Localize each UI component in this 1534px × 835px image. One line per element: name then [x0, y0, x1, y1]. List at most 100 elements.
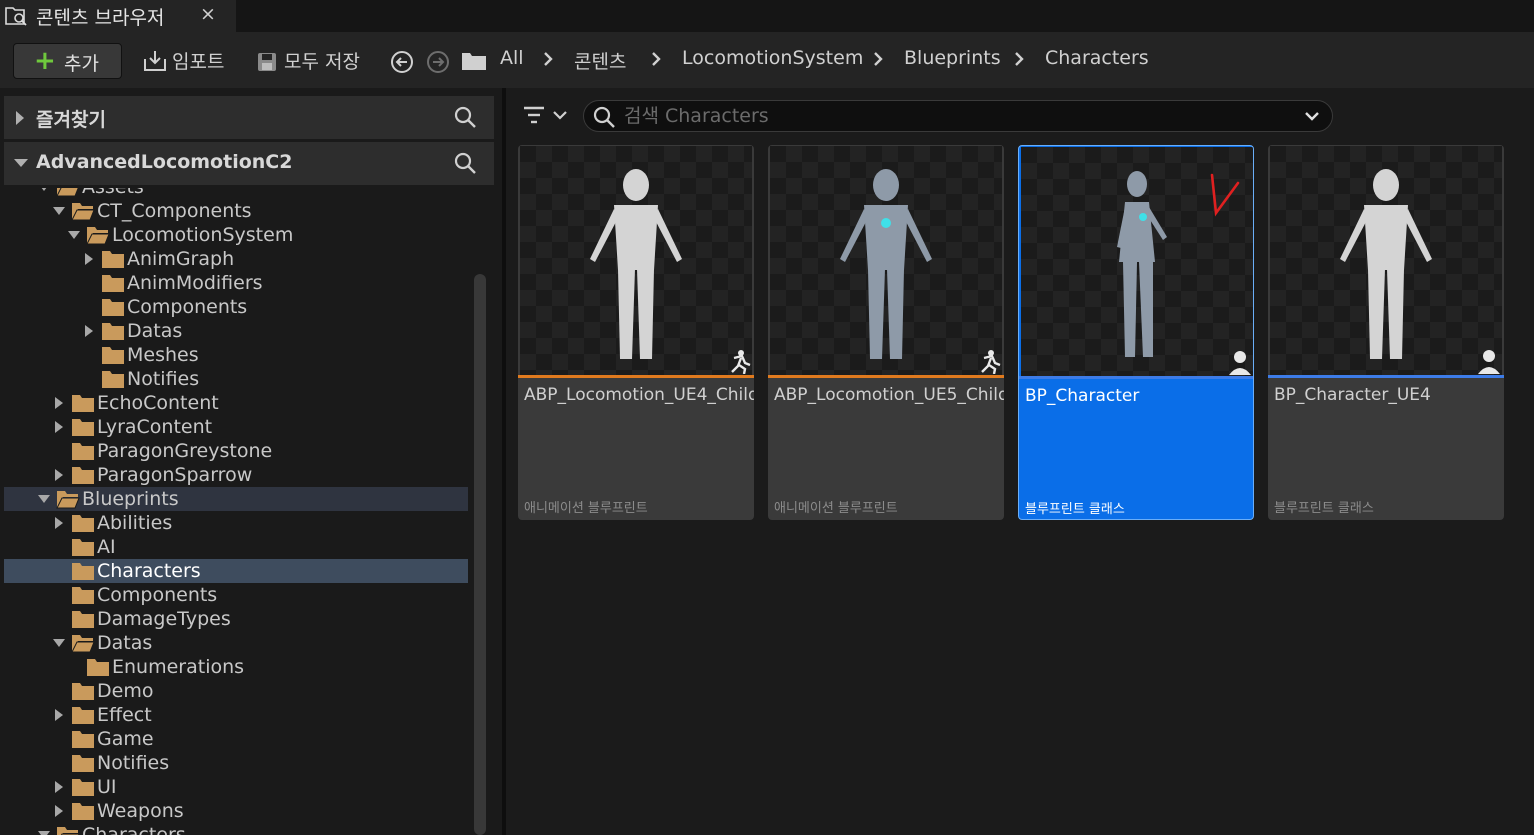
caret-right-icon[interactable]: [83, 325, 95, 337]
character-mannequin-image: [590, 169, 682, 359]
tree-item-label: DamageTypes: [97, 608, 231, 630]
caret-right-icon[interactable]: [53, 709, 65, 721]
search-icon[interactable]: [453, 151, 477, 175]
tree-item[interactable]: Meshes: [4, 343, 468, 367]
tree-item[interactable]: LyraContent: [4, 415, 468, 439]
search-field[interactable]: [583, 100, 1333, 132]
folder-icon: [72, 395, 94, 412]
search-icon[interactable]: [453, 105, 477, 129]
caret-right-icon[interactable]: [83, 253, 95, 265]
folder-icon: [102, 275, 124, 292]
tree-item[interactable]: Notifies: [4, 751, 468, 775]
chevron-right-icon[interactable]: [1012, 50, 1026, 68]
tree-item[interactable]: Components: [4, 295, 468, 319]
filter-icon[interactable]: [522, 103, 570, 127]
tree-item[interactable]: Components: [4, 583, 468, 607]
tree-item[interactable]: UI: [4, 775, 468, 799]
breadcrumb-locomotionsystem[interactable]: LocomotionSystem: [682, 47, 863, 69]
tree-item[interactable]: Datas: [4, 319, 468, 343]
caret-down-icon[interactable]: [38, 188, 50, 193]
forward-icon[interactable]: [426, 50, 450, 74]
add-button[interactable]: + 추가: [13, 43, 122, 79]
breadcrumb-content[interactable]: 콘텐츠: [574, 47, 626, 74]
favorites-header[interactable]: 즐겨찾기: [4, 96, 494, 139]
tree-item[interactable]: Notifies: [4, 367, 468, 391]
project-header[interactable]: AdvancedLocomotionC2: [4, 142, 494, 185]
folder-icon: [72, 419, 94, 436]
folder-icon: [72, 779, 94, 796]
tree-item[interactable]: Game: [4, 727, 468, 751]
tab-content-browser[interactable]: 콘텐츠 브라우저 ×: [0, 0, 236, 32]
asset-tile[interactable]: ABP_Locomotion_UE4_Child 애니메이션 블루프린트: [518, 145, 754, 520]
asset-thumbnail: [1021, 147, 1253, 379]
folder-tree[interactable]: AssetsCT_ComponentsLocomotionSystemAnimG…: [4, 188, 468, 835]
tree-item[interactable]: ParagonGreystone: [4, 439, 468, 463]
tree-item-label: ParagonSparrow: [97, 464, 253, 486]
caret-right-icon[interactable]: [53, 805, 65, 817]
asset-type-color-strip: [518, 375, 754, 378]
caret-down-icon[interactable]: [53, 637, 65, 649]
save-icon: [258, 53, 276, 71]
import-button[interactable]: 임포트: [172, 47, 224, 74]
tree-item-label: Components: [97, 584, 218, 606]
folder-icon: [102, 299, 124, 316]
caret-down-icon[interactable]: [68, 229, 80, 241]
chevron-down-icon[interactable]: [1304, 111, 1320, 123]
tree-item-label: Datas: [97, 632, 153, 654]
tree-item[interactable]: Characters: [4, 823, 468, 835]
caret-right-icon[interactable]: [53, 397, 65, 409]
project-label: AdvancedLocomotionC2: [36, 151, 293, 173]
asset-type-color-strip: [768, 375, 1004, 378]
folder-open-icon: [71, 635, 95, 653]
caret-right-icon[interactable]: [53, 469, 65, 481]
chevron-right-icon[interactable]: [541, 50, 555, 68]
caret-down-icon[interactable]: [14, 157, 28, 169]
asset-thumbnail: [770, 146, 1002, 378]
tree-item[interactable]: Characters: [4, 559, 468, 583]
asset-tile[interactable]: ABP_Locomotion_UE5_Child 애니메이션 블루프린트: [768, 145, 1004, 520]
save-all-button[interactable]: 모두 저장: [284, 47, 360, 74]
tree-item[interactable]: LocomotionSystem: [4, 223, 468, 247]
asset-tile[interactable]: BP_Character 블루프린트 클래스: [1018, 145, 1254, 520]
tree-item[interactable]: AnimModifiers: [4, 271, 468, 295]
back-icon[interactable]: [390, 50, 414, 74]
folder-icon: [72, 683, 94, 700]
tree-item-label: LocomotionSystem: [112, 224, 294, 246]
breadcrumb-blueprints[interactable]: Blueprints: [904, 47, 1001, 69]
tree-item[interactable]: AnimGraph: [4, 247, 468, 271]
tree-item[interactable]: Abilities: [4, 511, 468, 535]
folder-icon: [102, 323, 124, 340]
caret-right-icon[interactable]: [14, 111, 26, 125]
tree-item-label: Enumerations: [112, 656, 245, 678]
caret-right-icon[interactable]: [53, 517, 65, 529]
caret-down-icon[interactable]: [53, 205, 65, 217]
asset-thumbnail: [520, 146, 752, 378]
tab-bar: 콘텐츠 브라우저 ×: [0, 0, 1534, 32]
tree-item[interactable]: CT_Components: [4, 199, 468, 223]
breadcrumb-all[interactable]: All: [500, 47, 524, 69]
tree-item[interactable]: DamageTypes: [4, 607, 468, 631]
tree-item[interactable]: Datas: [4, 631, 468, 655]
tree-item[interactable]: Enumerations: [4, 655, 468, 679]
caret-right-icon[interactable]: [53, 781, 65, 793]
tree-item[interactable]: ParagonSparrow: [4, 463, 468, 487]
caret-right-icon[interactable]: [53, 421, 65, 433]
tree-item[interactable]: Effect: [4, 703, 468, 727]
tree-item[interactable]: Demo: [4, 679, 468, 703]
sidebar-scrollbar[interactable]: [474, 274, 486, 835]
folder-icon[interactable]: [461, 51, 487, 71]
tree-item[interactable]: Weapons: [4, 799, 468, 823]
search-input[interactable]: [624, 103, 1284, 129]
chevron-right-icon[interactable]: [649, 50, 663, 68]
chevron-right-icon[interactable]: [871, 50, 885, 68]
close-icon[interactable]: ×: [200, 3, 216, 25]
asset-tile[interactable]: BP_Character_UE4 블루프린트 클래스: [1268, 145, 1504, 520]
tree-item[interactable]: Blueprints: [4, 487, 468, 511]
caret-down-icon[interactable]: [38, 829, 50, 835]
tree-item[interactable]: AI: [4, 535, 468, 559]
tree-item[interactable]: Assets: [4, 188, 468, 199]
caret-down-icon[interactable]: [38, 493, 50, 505]
breadcrumb-characters[interactable]: Characters: [1045, 47, 1149, 69]
folder-open-icon: [57, 827, 80, 835]
tree-item[interactable]: EchoContent: [4, 391, 468, 415]
